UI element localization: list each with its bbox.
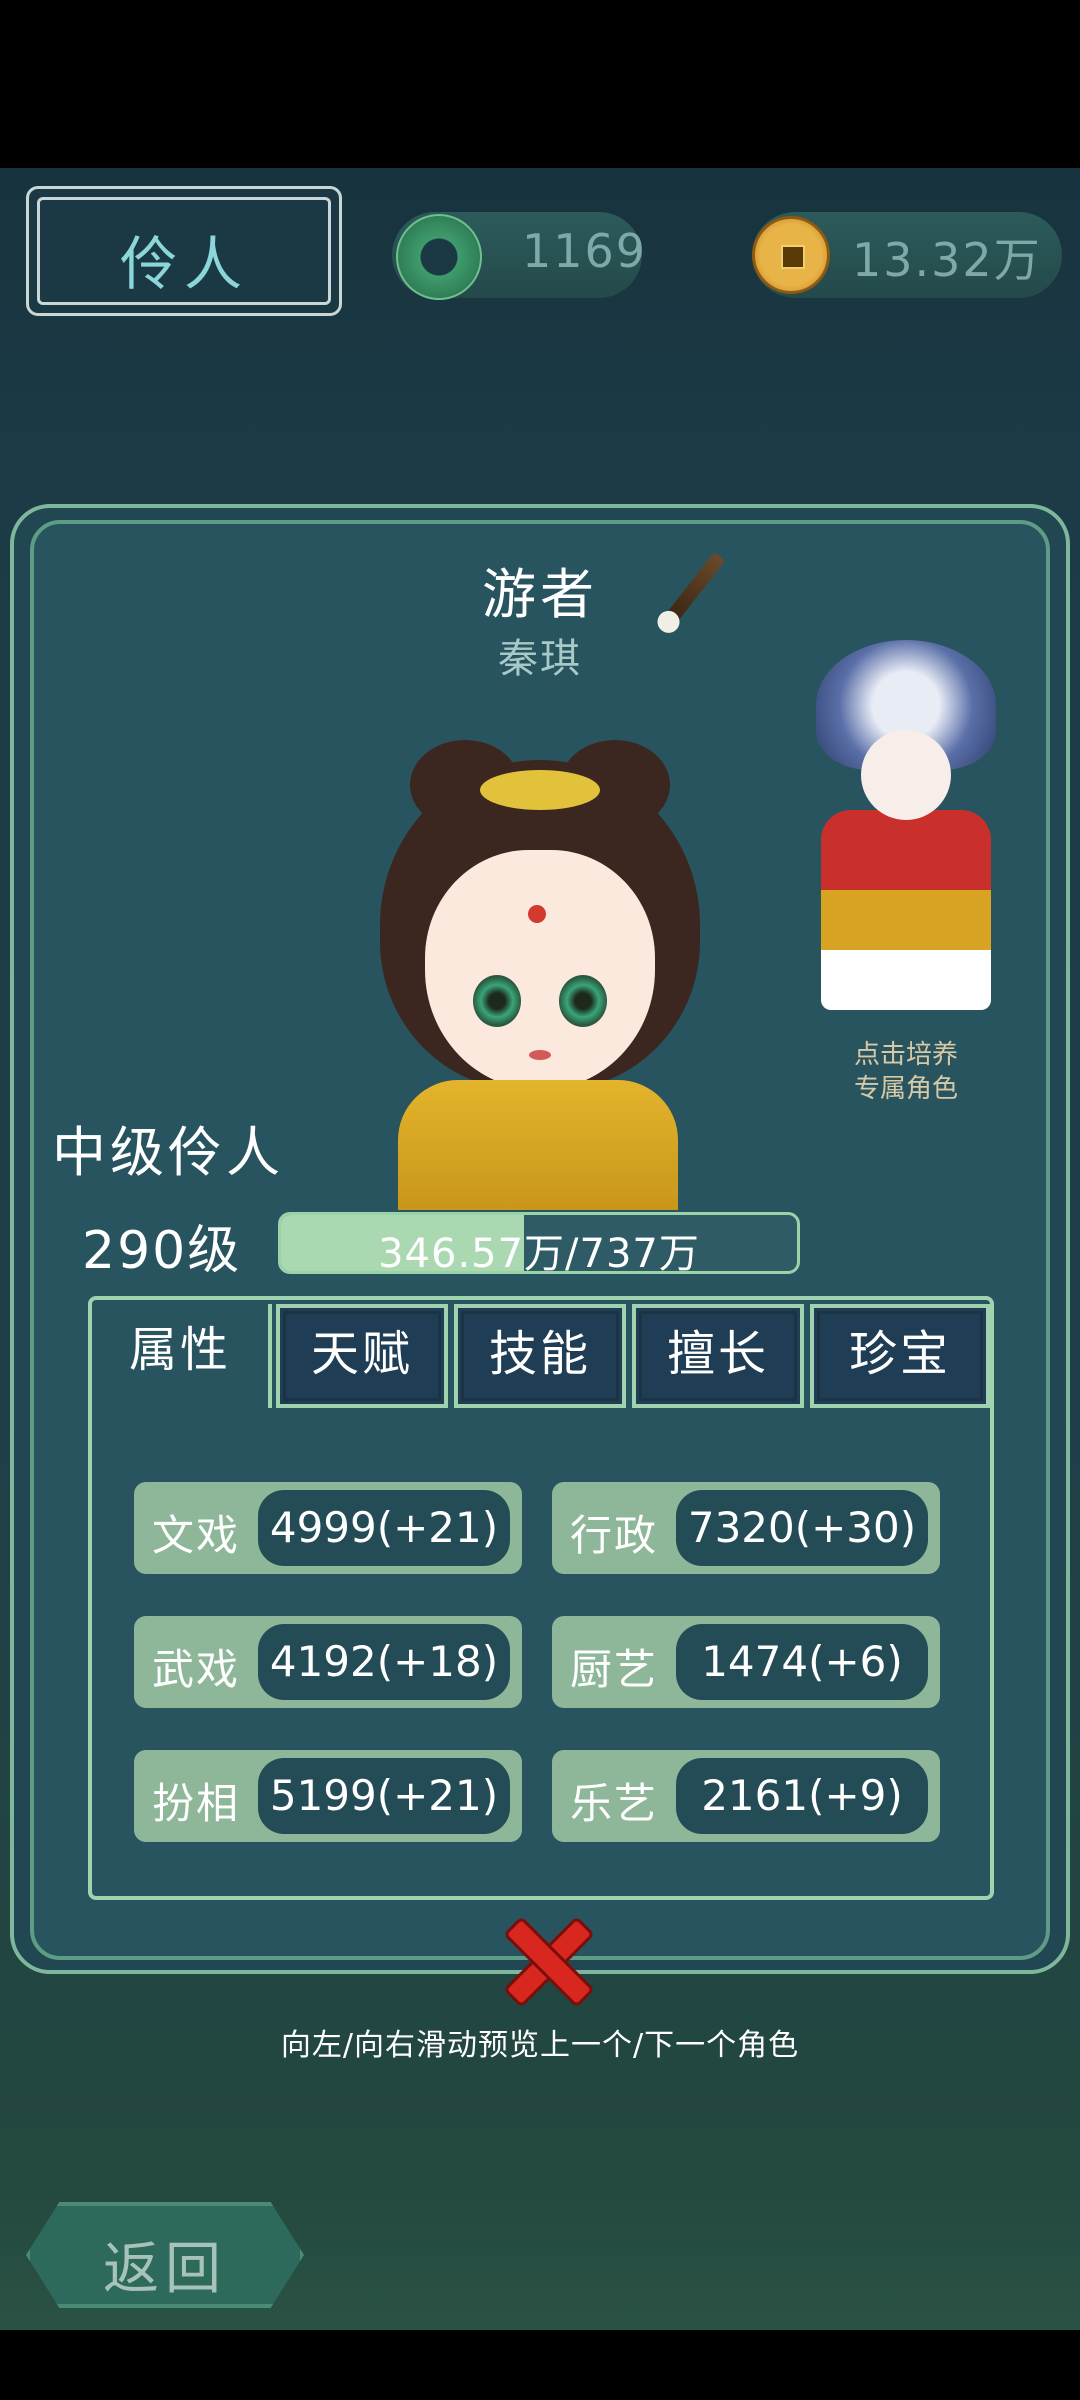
back-button-label: 返回 (103, 2237, 227, 2302)
special-role-figure[interactable] (806, 640, 1006, 1020)
tab-specialty-label: 擅长 (666, 1326, 769, 1382)
stat-label: 武戏 (152, 1645, 241, 1694)
tab-talent-label: 天赋 (310, 1326, 413, 1382)
swipe-hint: 向左/向右滑动预览上一个/下一个角色 (280, 2028, 800, 2063)
stat-value: 7320(+30) (676, 1490, 928, 1566)
stat-value: 2161(+9) (676, 1758, 928, 1834)
character-title: 游者 (482, 563, 598, 626)
page-title-frame: 伶人 (26, 186, 342, 316)
stat-chuyi: 厨艺 1474(+6) (552, 1616, 940, 1708)
stat-wenxi: 文戏 4999(+21) (134, 1482, 522, 1574)
exp-progress-text: 346.57万/737万 (378, 1231, 700, 1274)
tab-attributes[interactable]: 属性 (92, 1304, 272, 1408)
stat-label: 乐艺 (570, 1779, 659, 1828)
copper-coin-icon (752, 216, 830, 294)
character-portrait (370, 720, 710, 1220)
special-role-label-line2: 专属角色 (853, 1074, 958, 1104)
tab-treasure[interactable]: 珍宝 (810, 1304, 990, 1408)
stat-yueyi: 乐艺 2161(+9) (552, 1750, 940, 1842)
stat-value: 4999(+21) (258, 1490, 510, 1566)
tab-talent[interactable]: 天赋 (276, 1304, 448, 1408)
stat-label: 厨艺 (570, 1645, 659, 1694)
special-role-label[interactable]: 点击培养 专属角色 (806, 1038, 1006, 1106)
close-icon[interactable] (500, 1916, 586, 2002)
stat-label: 扮相 (152, 1779, 241, 1828)
tab-attributes-label: 属性 (128, 1322, 231, 1378)
jade-count: 1169 (522, 224, 648, 278)
stat-label: 文戏 (152, 1511, 241, 1560)
exp-progress-bar: 346.57万/737万 (278, 1212, 800, 1274)
coin-count: 13.32万 (852, 233, 1042, 287)
stat-value: 4192(+18) (258, 1624, 510, 1700)
page-title: 伶人 (119, 230, 248, 298)
stat-banxiang: 扮相 5199(+21) (134, 1750, 522, 1842)
tab-skills-label: 技能 (488, 1326, 591, 1382)
tab-specialty[interactable]: 擅长 (632, 1304, 804, 1408)
back-button[interactable]: 返回 (26, 2202, 304, 2308)
tab-skills[interactable]: 技能 (454, 1304, 626, 1408)
stat-wuxi: 武戏 4192(+18) (134, 1616, 522, 1708)
special-role-label-line1: 点击培养 (853, 1040, 958, 1070)
stat-label: 行政 (570, 1511, 659, 1560)
stat-value: 5199(+21) (258, 1758, 510, 1834)
character-rank: 中级伶人 (52, 1121, 284, 1184)
stat-value: 1474(+6) (676, 1624, 928, 1700)
jade-disc-icon (396, 214, 482, 300)
character-level: 290级 (82, 1221, 242, 1281)
tab-treasure-label: 珍宝 (848, 1326, 951, 1382)
stat-xingzheng: 行政 7320(+30) (552, 1482, 940, 1574)
